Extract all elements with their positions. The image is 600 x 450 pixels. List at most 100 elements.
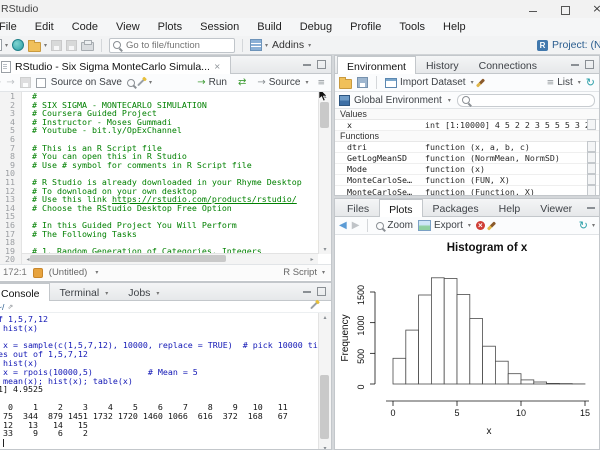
code-text: # Use # symbol for comments in R Script … [32, 159, 252, 170]
goto-file-search[interactable] [109, 37, 236, 53]
minimize-pane-icon[interactable] [303, 290, 311, 293]
document-name[interactable]: (Untitled) [49, 267, 88, 278]
goto-file-input[interactable] [124, 38, 225, 52]
file-type-selector[interactable]: R Script ▾ [283, 267, 331, 278]
console-vertical-scrollbar[interactable]: ▴ ▾ [318, 313, 331, 449]
environment-object-row[interactable]: GetLogMeanSD function (NormMean, NormSD) [335, 151, 599, 165]
find-replace-icon[interactable] [126, 78, 135, 87]
tab-source-document[interactable]: RStudio - Six Sigma MonteCarlo Simula...… [0, 56, 231, 74]
title-bar[interactable]: RStudio × [0, 0, 600, 19]
menu-item-help[interactable]: Help [434, 18, 475, 36]
maximize-button[interactable] [554, 2, 576, 16]
tab-history[interactable]: History [416, 56, 469, 73]
scope-label[interactable]: Global Environment [354, 95, 442, 106]
save-all-button[interactable] [66, 39, 78, 51]
scroll-up-icon[interactable]: ▴ [319, 314, 331, 321]
menu-item-debug[interactable]: Debug [291, 18, 341, 36]
editor-horizontal-scrollbar[interactable]: ◂ ▸ [22, 253, 318, 264]
editor-vertical-scrollbar[interactable]: ▴ ▾ [318, 92, 331, 254]
menu-item-profile[interactable]: Profile [341, 18, 390, 36]
chevron-down-icon: ▾ [5, 41, 9, 49]
code-tools-icon[interactable] [137, 78, 145, 87]
export-button[interactable]: Export ▾ [417, 220, 471, 231]
popout-icon[interactable]: ⇗ [7, 303, 13, 311]
menu-item-file[interactable]: File [0, 18, 26, 36]
object-detail-icon[interactable] [587, 185, 599, 195]
tab-jobs[interactable]: Jobs ▾ [118, 283, 169, 300]
tab-terminal[interactable]: Terminal ▾ [50, 283, 119, 300]
menu-item-code[interactable]: Code [63, 18, 107, 36]
run-button[interactable]: → Run [197, 77, 227, 88]
tab-viewer[interactable]: Viewer [530, 199, 582, 216]
close-tab-icon[interactable]: × [214, 62, 221, 71]
minimize-pane-icon[interactable] [571, 63, 579, 66]
environment-object-row[interactable]: Mode function (x) [335, 162, 599, 176]
maximize-pane-icon[interactable] [585, 60, 594, 69]
previous-plot-icon[interactable]: ◀ [339, 220, 347, 231]
save-workspace-icon[interactable] [357, 77, 368, 88]
tab-packages[interactable]: Packages [423, 199, 489, 216]
close-button[interactable]: × [586, 2, 600, 16]
project-selector[interactable]: RProject: (None)▾ [537, 39, 600, 51]
menu-item-session[interactable]: Session [191, 18, 248, 36]
maximize-pane-icon[interactable] [317, 287, 326, 296]
save-button[interactable] [51, 39, 63, 51]
import-dataset-button[interactable]: Import Dataset ▾ [385, 77, 474, 88]
pencil-icon[interactable] [310, 301, 318, 310]
clear-objects-broom-icon[interactable] [475, 77, 485, 88]
new-file-button[interactable]: ▾ [0, 39, 8, 51]
console-output[interactable]: of 1,5,7,12> hist(x) > x = sample(c(1,5,… [0, 313, 331, 449]
code-editor[interactable]: 1 #2 # SIX SIGMA - MONTECARLO SIMULATION 3 #… [0, 92, 331, 264]
zoom-button[interactable]: Zoom [376, 220, 413, 231]
source-button[interactable]: → Source ▾ [257, 77, 308, 88]
chevron-down-icon: ▾ [148, 79, 152, 86]
scrollbar-thumb[interactable] [320, 102, 329, 128]
back-icon[interactable]: ← [0, 77, 1, 88]
menu-item-build[interactable]: Build [248, 18, 290, 36]
menu-item-edit[interactable]: Edit [26, 18, 63, 36]
tab-environment[interactable]: Environment [337, 56, 416, 74]
scroll-right-icon[interactable]: ▸ [306, 256, 318, 263]
print-button[interactable] [81, 39, 95, 51]
scroll-down-icon[interactable]: ▾ [319, 246, 331, 253]
minimize-pane-icon[interactable] [303, 63, 311, 66]
environment-search[interactable] [457, 93, 595, 107]
minimize-pane-icon[interactable] [587, 206, 596, 209]
load-workspace-icon[interactable] [339, 77, 352, 89]
maximize-pane-icon[interactable] [317, 60, 326, 69]
new-project-button[interactable] [12, 39, 25, 51]
addins-menu[interactable]: Addins ▾ [272, 39, 311, 51]
tab-console[interactable]: Console [0, 283, 50, 301]
list-label: List [557, 77, 573, 88]
scroll-down-icon[interactable]: ▾ [319, 445, 331, 449]
menu-item-plots[interactable]: Plots [149, 18, 191, 36]
tab-connections[interactable]: Connections [469, 56, 547, 73]
menu-item-view[interactable]: View [107, 18, 149, 36]
environment-object-row[interactable]: dtri function (x, a, b, c) [335, 140, 599, 154]
refresh-icon[interactable]: ↻ [586, 77, 595, 88]
environment-object-row[interactable]: x int [1:10000] 4 5 2 2 3 5 5 5 3 2 ... [335, 118, 599, 132]
tab-plots[interactable]: Plots [379, 199, 423, 217]
scrollbar-thumb[interactable] [30, 255, 226, 262]
scrollbar-thumb[interactable] [320, 375, 329, 439]
tab-help[interactable]: Help [489, 199, 531, 216]
project-label: Project: (None) [552, 39, 600, 51]
object-detail-icon[interactable] [587, 118, 599, 132]
rerun-icon[interactable]: ⇄ [238, 77, 246, 88]
environment-object-row[interactable]: MonteCarloSe… function (Function, X) [335, 185, 599, 195]
list-view-selector[interactable]: ≡ List ▾ [547, 77, 581, 88]
source-on-save-checkbox[interactable] [35, 77, 46, 88]
menu-item-tools[interactable]: Tools [390, 18, 434, 36]
next-plot-icon[interactable]: ▶ [352, 220, 360, 231]
open-file-button[interactable]: ▾ [28, 39, 47, 52]
workspace-panes-button[interactable]: ▾ [250, 39, 268, 51]
document-outline-icon[interactable]: ≡ [317, 78, 325, 88]
clear-plots-broom-icon[interactable] [486, 220, 496, 231]
environment-object-row[interactable]: MonteCarloSe… function (FUN, X) [335, 173, 599, 187]
refresh-plot-icon[interactable]: ↻ [579, 220, 588, 231]
save-icon[interactable] [19, 77, 31, 88]
forward-icon[interactable]: → [6, 77, 14, 88]
tab-files[interactable]: Files [337, 199, 379, 216]
minimize-button[interactable] [522, 2, 544, 16]
remove-plot-icon[interactable] [475, 221, 485, 230]
